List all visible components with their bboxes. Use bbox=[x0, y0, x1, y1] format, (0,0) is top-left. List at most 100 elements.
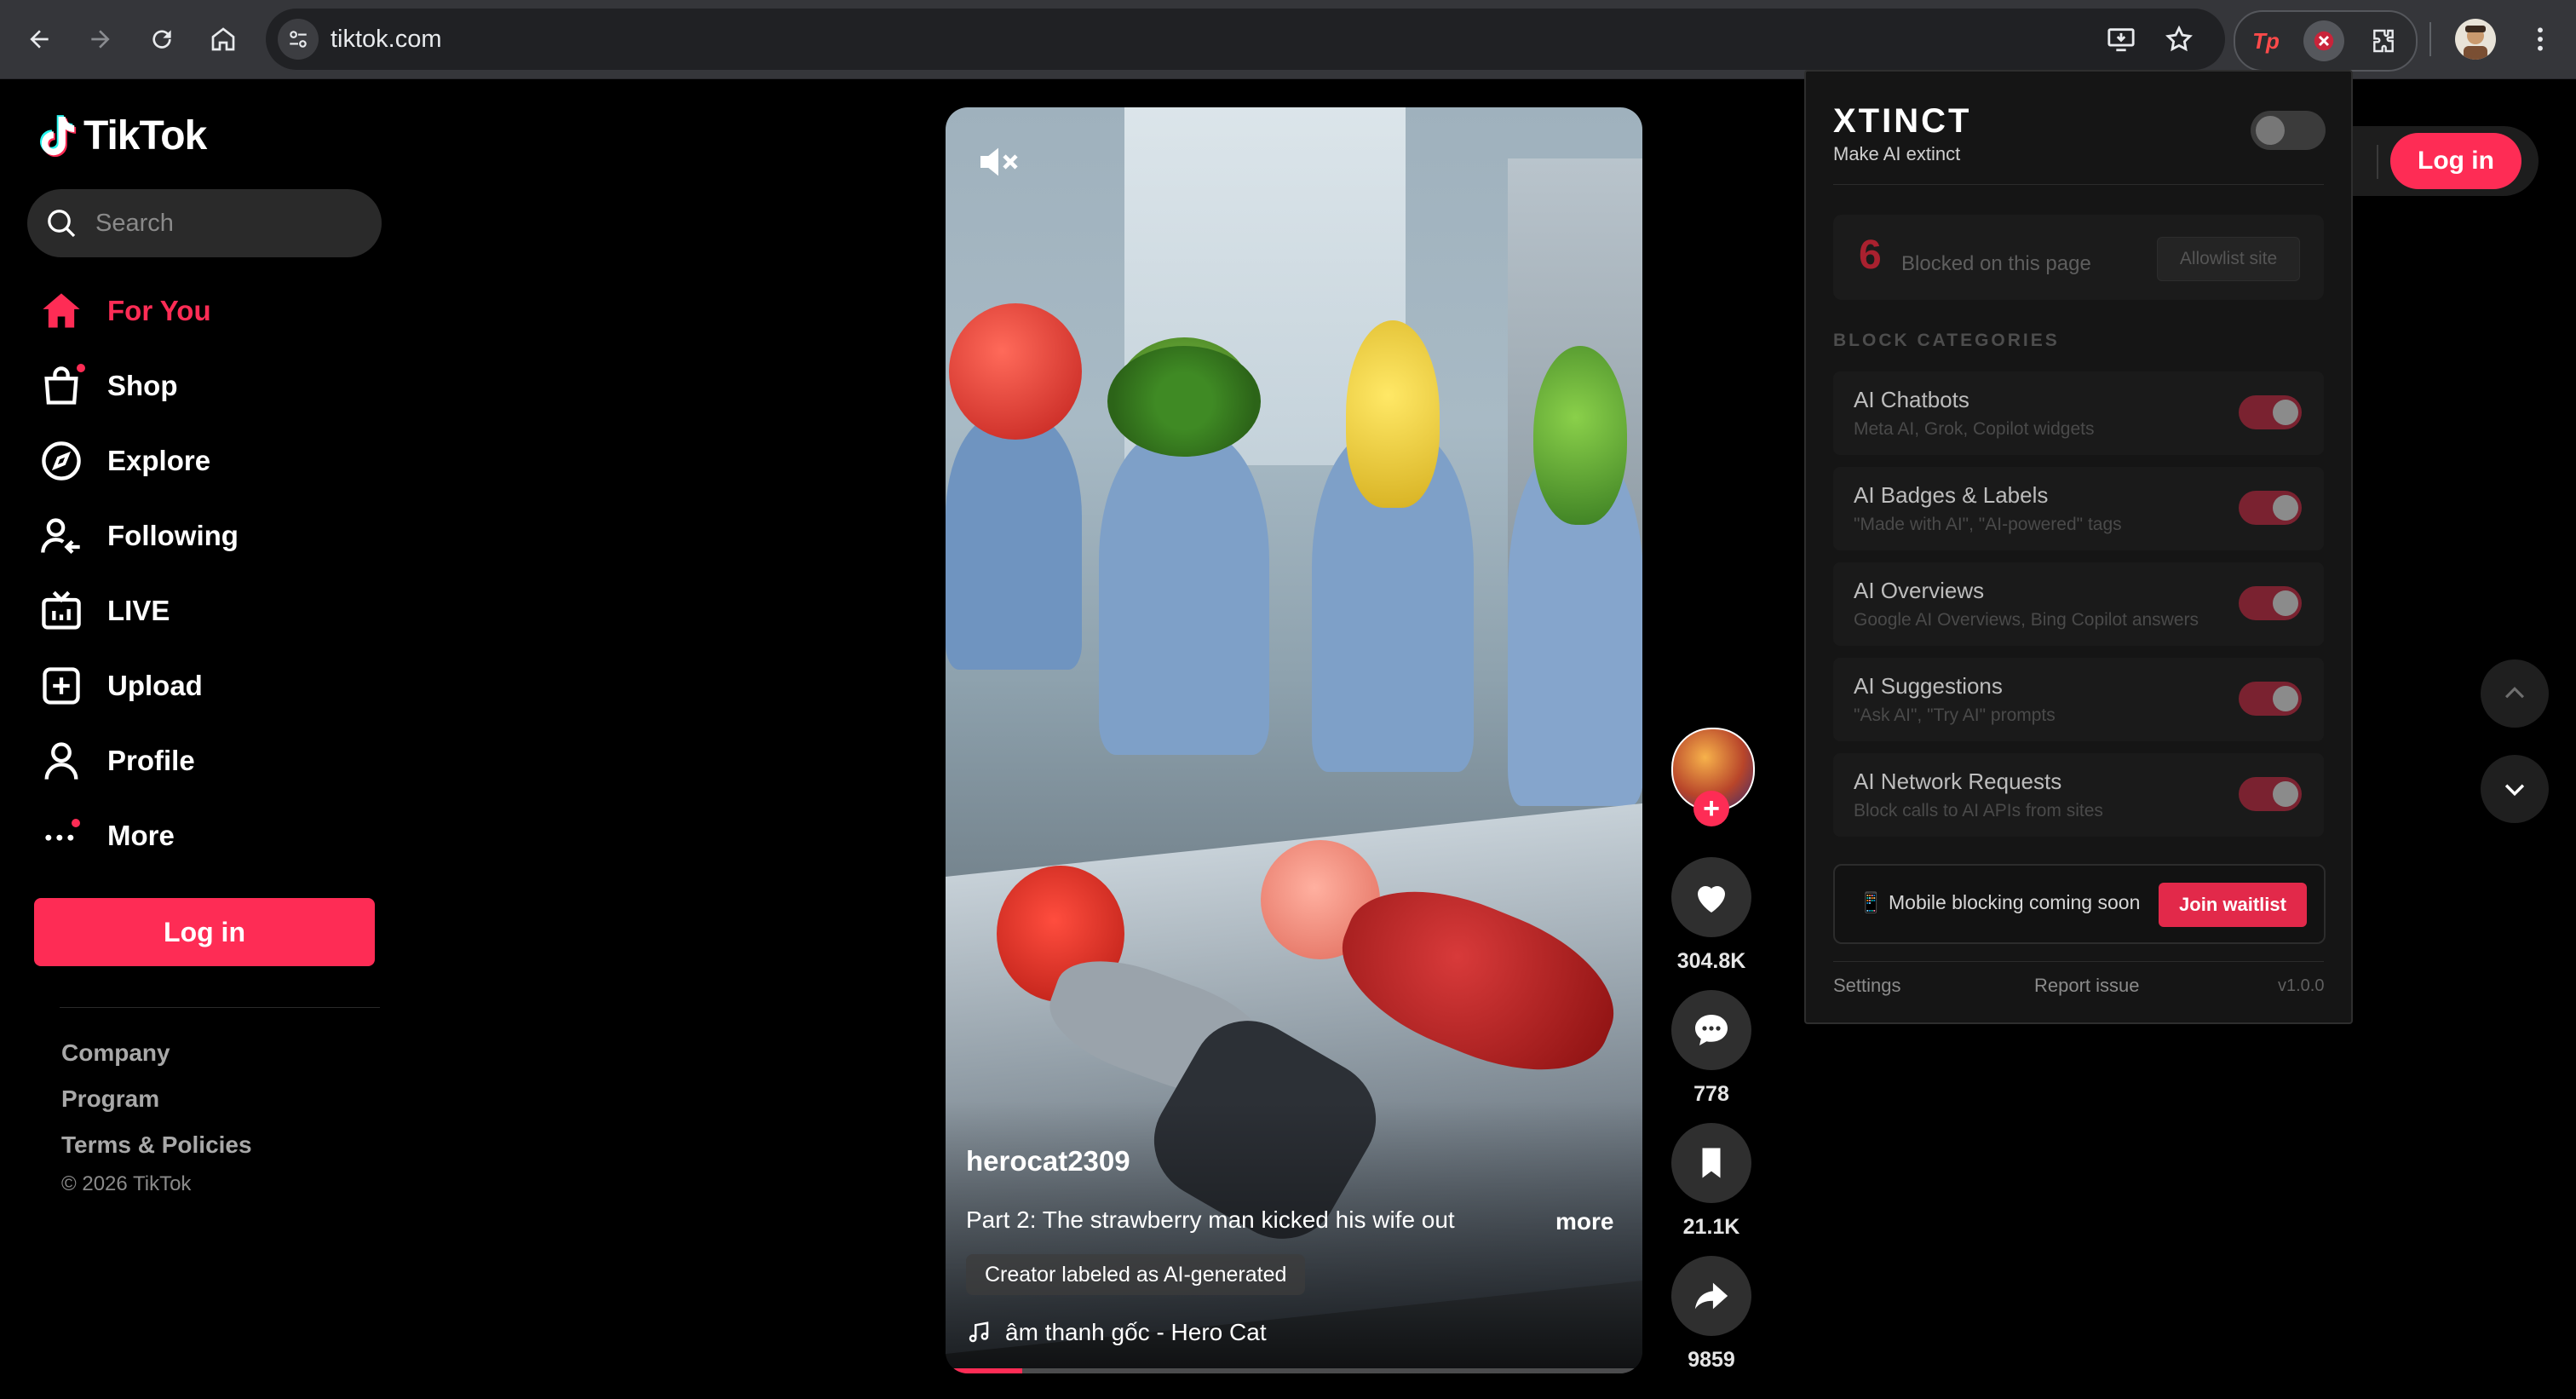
search-icon bbox=[48, 210, 76, 238]
extensions-puzzle-icon[interactable] bbox=[2363, 20, 2404, 61]
nav-item-following[interactable]: Following bbox=[39, 510, 380, 561]
search-input[interactable]: Search bbox=[27, 189, 382, 257]
follow-plus-button[interactable]: + bbox=[1693, 791, 1729, 826]
forward-arrow-icon[interactable] bbox=[80, 19, 121, 60]
reload-icon[interactable] bbox=[141, 19, 182, 60]
settings-link[interactable]: Settings bbox=[1833, 975, 1901, 997]
notification-dot bbox=[72, 819, 80, 827]
category-toggle[interactable] bbox=[2239, 491, 2302, 525]
category-name: AI Overviews bbox=[1854, 578, 1985, 603]
back-arrow-icon[interactable] bbox=[19, 19, 60, 60]
comment-bubble-icon bbox=[1695, 1015, 1728, 1045]
nav-item-profile[interactable]: Profile bbox=[39, 735, 380, 786]
following-icon bbox=[39, 514, 83, 558]
join-waitlist-button[interactable]: Join waitlist bbox=[2159, 883, 2307, 927]
video-author[interactable]: herocat2309 bbox=[966, 1145, 1130, 1177]
save-button[interactable] bbox=[1671, 1123, 1751, 1203]
copyright-text: © 2026 TikTok bbox=[61, 1172, 192, 1195]
menu-kebab-icon[interactable] bbox=[2523, 19, 2557, 60]
allowlist-site-button[interactable]: Allowlist site bbox=[2157, 237, 2300, 281]
nav-item-more[interactable]: More bbox=[39, 810, 380, 861]
live-tv-icon bbox=[39, 589, 83, 633]
shopping-bag-icon bbox=[39, 364, 85, 408]
extension-master-toggle[interactable] bbox=[2251, 111, 2326, 150]
category-description: "Ask AI", "Try AI" prompts bbox=[1854, 705, 2056, 725]
report-issue-link[interactable]: Report issue bbox=[2034, 975, 2140, 997]
music-title: âm thanh gốc - Hero Cat bbox=[1005, 1319, 1267, 1345]
nav-item-shop[interactable]: Shop bbox=[39, 360, 380, 412]
compass-icon bbox=[39, 439, 83, 483]
category-name: AI Network Requests bbox=[1854, 769, 2062, 794]
extensions-group: Tp bbox=[2234, 10, 2418, 72]
footer-link-terms[interactable]: Terms & Policies bbox=[61, 1131, 252, 1159]
blocked-count: 6 bbox=[1859, 233, 1882, 278]
video-progress-fill bbox=[946, 1368, 1022, 1373]
video-caption: Part 2: The strawberry man kicked his wi… bbox=[966, 1206, 1455, 1233]
mobile-waitlist-card: 📱 Mobile blocking coming soon Join waitl… bbox=[1833, 864, 2326, 944]
share-button[interactable] bbox=[1671, 1256, 1751, 1336]
site-info-icon[interactable] bbox=[278, 19, 319, 60]
xtinct-extension-icon[interactable] bbox=[2303, 20, 2344, 61]
tiktok-wordmark: TikTok bbox=[83, 113, 207, 158]
nav-label: For You bbox=[107, 295, 211, 326]
blocked-label: Blocked on this page bbox=[1901, 252, 2091, 275]
category-description: Block calls to AI APIs from sites bbox=[1854, 801, 2103, 820]
header-divider bbox=[2377, 145, 2378, 179]
previous-video-button[interactable] bbox=[2481, 659, 2549, 728]
nav-item-upload[interactable]: Upload bbox=[39, 660, 380, 711]
next-video-button[interactable] bbox=[2481, 755, 2549, 823]
caption-more-button[interactable]: more bbox=[1555, 1208, 1613, 1235]
upload-plus-icon bbox=[39, 664, 83, 708]
share-arrow-icon bbox=[1694, 1282, 1728, 1310]
address-bar[interactable]: tiktok.com bbox=[266, 9, 2225, 70]
nav-item-explore[interactable]: Explore bbox=[39, 435, 380, 486]
nav-label: Following bbox=[107, 520, 239, 551]
video-player[interactable]: herocat2309 Part 2: The strawberry man k… bbox=[946, 107, 1642, 1373]
music-note-icon bbox=[969, 1321, 989, 1343]
chevron-down-icon bbox=[2504, 784, 2525, 797]
home-icon bbox=[39, 289, 83, 333]
category-description: Meta AI, Grok, Copilot widgets bbox=[1854, 419, 2095, 439]
category-description: "Made with AI", "AI-powered" tags bbox=[1854, 515, 2122, 534]
nav-item-live[interactable]: LIVE bbox=[39, 585, 380, 636]
category-ai-overviews: AI Overviews Google AI Overviews, Bing C… bbox=[1833, 562, 2324, 646]
extension-title: XTINCT bbox=[1833, 102, 1972, 140]
block-categories-heading: BLOCK CATEGORIES bbox=[1833, 331, 2060, 350]
nav-label: Profile bbox=[107, 745, 195, 776]
install-app-icon[interactable] bbox=[2102, 20, 2140, 58]
bookmark-icon bbox=[1702, 1148, 1721, 1178]
header-login-button[interactable]: Log in bbox=[2390, 133, 2521, 189]
bookmark-star-icon[interactable] bbox=[2160, 20, 2198, 58]
sidebar-login-button[interactable]: Log in bbox=[34, 898, 375, 966]
blocked-stats-card: 6 Blocked on this page Allowlist site bbox=[1833, 215, 2324, 300]
home-icon[interactable] bbox=[203, 19, 244, 60]
like-button[interactable] bbox=[1671, 857, 1751, 937]
category-description: Google AI Overviews, Bing Copilot answer… bbox=[1854, 610, 2199, 630]
url-text[interactable]: tiktok.com bbox=[331, 26, 442, 54]
video-character-apple-body bbox=[946, 414, 1082, 670]
tiktok-note-icon bbox=[39, 114, 77, 157]
category-toggle[interactable] bbox=[2239, 395, 2302, 429]
category-toggle[interactable] bbox=[2239, 777, 2302, 811]
video-music[interactable]: âm thanh gốc - Hero Cat bbox=[966, 1319, 1267, 1346]
tp-extension-icon[interactable]: Tp bbox=[2245, 20, 2286, 61]
category-toggle[interactable] bbox=[2239, 682, 2302, 716]
chevron-up-icon bbox=[2504, 687, 2525, 699]
comment-button[interactable] bbox=[1671, 990, 1751, 1070]
nav-label: LIVE bbox=[107, 595, 170, 626]
mute-icon[interactable] bbox=[975, 138, 1022, 186]
person-icon bbox=[39, 739, 83, 783]
video-progress-bar[interactable] bbox=[946, 1368, 1642, 1373]
footer-link-company[interactable]: Company bbox=[61, 1039, 170, 1067]
category-name: AI Chatbots bbox=[1854, 387, 1969, 412]
xtinct-extension-popup: XTINCT Make AI extinct 6 Blocked on this… bbox=[1804, 70, 2353, 1024]
footer-link-program[interactable]: Program bbox=[61, 1085, 159, 1113]
tiktok-logo[interactable]: TikTok bbox=[39, 112, 207, 159]
category-toggle[interactable] bbox=[2239, 586, 2302, 620]
sidebar-divider bbox=[60, 1007, 380, 1008]
category-name: AI Suggestions bbox=[1854, 673, 2003, 699]
profile-avatar[interactable] bbox=[2455, 19, 2496, 60]
nav-item-for-you[interactable]: For You bbox=[39, 285, 380, 337]
category-name: AI Badges & Labels bbox=[1854, 482, 2049, 508]
like-count: 304.8K bbox=[1676, 949, 1746, 973]
